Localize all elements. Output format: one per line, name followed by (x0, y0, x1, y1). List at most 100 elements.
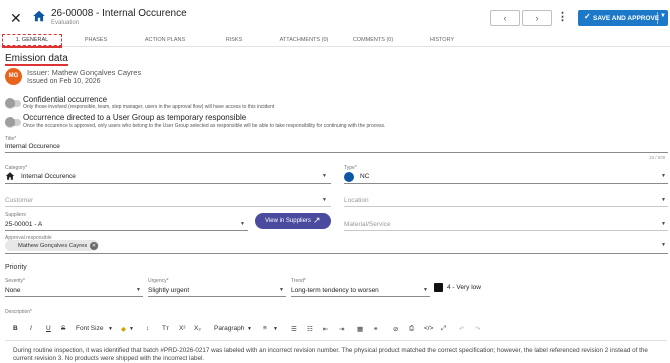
superscript-button[interactable]: X² (179, 325, 186, 332)
close-icon[interactable]: ✕ (10, 11, 22, 25)
urgency-label: Urgency* (148, 278, 169, 284)
save-and-approve-button[interactable]: ✓ SAVE AND APPROVE ▼ (578, 10, 668, 26)
location-underline (344, 206, 668, 207)
description-label: Description* (5, 309, 32, 315)
check-icon: ✓ (584, 12, 591, 21)
next-button[interactable]: › (522, 10, 552, 26)
trend-underline (291, 296, 430, 297)
tab-risks[interactable]: RISKS (208, 34, 260, 46)
code-icon[interactable]: </> (424, 325, 433, 332)
customer-underline (5, 206, 331, 207)
urgency-select[interactable]: Slightly urgent (148, 287, 189, 294)
chevron-left-icon: ‹ (503, 13, 507, 23)
tab-action-plans[interactable]: ACTION PLANS (133, 34, 197, 46)
link-icon[interactable]: ⚭ (373, 325, 378, 333)
priority-title: Priority (5, 264, 27, 271)
strikethrough-button[interactable]: S (61, 325, 65, 332)
trend-select[interactable]: Long-term tendency to worsen (291, 287, 379, 294)
previous-button[interactable]: ‹ (490, 10, 520, 26)
location-select[interactable]: Location (344, 197, 369, 204)
underline-button[interactable]: U (46, 325, 51, 332)
suppliers-dropdown-icon[interactable]: ▼ (240, 221, 245, 227)
bold-button[interactable]: B (13, 325, 18, 332)
home-icon (33, 10, 45, 22)
suppliers-label: Suppliers (5, 212, 26, 218)
urgency-dropdown-icon[interactable]: ▼ (279, 287, 284, 293)
section-title: Emission data (5, 53, 68, 66)
type-select[interactable]: NC (360, 173, 369, 180)
trend-dropdown-icon[interactable]: ▼ (423, 287, 428, 293)
subscript-button[interactable]: X₂ (194, 325, 201, 332)
page-subtitle: Evaluation (51, 20, 80, 26)
type-label: Type* (344, 165, 357, 171)
location-dropdown-icon[interactable]: ▼ (661, 197, 666, 203)
caret-down-icon[interactable]: ▼ (660, 13, 666, 19)
customer-dropdown-icon[interactable]: ▼ (322, 197, 327, 203)
undo-icon[interactable]: ↶ (459, 325, 464, 333)
view-in-suppliers-label: View in Suppliers (265, 218, 311, 224)
view-in-suppliers-button[interactable]: View in Suppliers ↗ (255, 213, 331, 229)
description-text: During routine inspection, it was identi… (13, 347, 648, 362)
material-dropdown-icon[interactable]: ▼ (661, 221, 666, 227)
title-label: Title* (5, 136, 17, 142)
severity-label: Severity* (5, 278, 26, 284)
tab-attachments[interactable]: ATTACHMENTS (0) (270, 34, 338, 46)
trend-label: Trend* (291, 278, 306, 284)
confidential-title: Confidential occurrence (23, 95, 108, 104)
italic-button[interactable]: I (30, 325, 32, 332)
align-dropdown-icon[interactable]: ▼ (273, 326, 278, 332)
suppliers-select[interactable]: 25-00001 - A (5, 221, 42, 228)
approval-dropdown-icon[interactable]: ▼ (661, 242, 666, 248)
paragraph-dropdown-icon[interactable]: ▼ (247, 326, 252, 332)
paragraph-select[interactable]: Paragraph (214, 325, 244, 332)
title-input[interactable]: Internal Occurence (5, 143, 60, 150)
redo-icon[interactable]: ↷ (475, 325, 480, 333)
approval-chip: Mathew Gonçalves Cayres ✕ (5, 240, 99, 251)
category-select[interactable]: Internal Occurence (21, 173, 76, 180)
font-size-select[interactable]: Font Size (76, 325, 103, 332)
user-group-title: Occurrence directed to a User Group as t… (23, 113, 247, 122)
table-icon[interactable]: ▦ (357, 325, 363, 333)
home-icon (5, 172, 15, 180)
print-icon[interactable]: ⎙ (409, 325, 414, 333)
title-counter: 18 / 500 (649, 155, 666, 160)
confidential-toggle[interactable] (5, 98, 21, 108)
category-underline (5, 183, 331, 184)
category-dropdown-icon[interactable]: ▼ (322, 173, 327, 179)
severity-dropdown-icon[interactable]: ▼ (136, 287, 141, 293)
font-size-dropdown-icon[interactable]: ▼ (108, 326, 113, 332)
tab-phases[interactable]: PHASES (68, 34, 124, 46)
tab-history[interactable]: HISTORY (415, 34, 469, 46)
type-dropdown-icon[interactable]: ▼ (661, 173, 666, 179)
text-size-icon[interactable]: Tт (162, 325, 169, 332)
clear-format-icon[interactable]: ⊘ (393, 325, 398, 333)
align-icon[interactable]: ≡ (263, 325, 267, 332)
approval-underline (5, 253, 668, 254)
more-options-icon[interactable]: ⋮ (557, 11, 568, 23)
tab-general[interactable]: 1. GENERAL (2, 34, 62, 48)
user-group-desc: Once the occurence is approved, only use… (23, 123, 386, 129)
outdent-icon[interactable]: ⇤ (323, 325, 328, 333)
issuer-text: Issuer: Mathew Gonçalves Cayres (27, 68, 142, 77)
remove-chip-icon[interactable]: ✕ (90, 241, 98, 250)
save-and-approve-label: SAVE AND APPROVE (593, 14, 660, 22)
customer-select[interactable]: Customer (5, 197, 33, 204)
severity-select[interactable]: None (5, 287, 21, 294)
highlight-color-icon[interactable]: ◆ (121, 325, 126, 333)
tab-comments[interactable]: COMMENTS (0) (343, 34, 403, 46)
type-color-icon (344, 172, 354, 182)
arrow-up-right-icon: ↗ (313, 215, 321, 225)
material-underline (344, 230, 668, 231)
priority-result: 4 - Very low (447, 284, 481, 291)
indent-icon[interactable]: ⇥ (339, 325, 344, 333)
material-select[interactable]: Material/Service (344, 221, 391, 228)
type-underline (344, 183, 668, 184)
ordered-list-icon[interactable]: ☰ (291, 325, 297, 333)
fullscreen-icon[interactable]: ⤢ (441, 325, 446, 333)
description-editor[interactable]: During routine inspection, it was identi… (5, 340, 667, 363)
line-height-icon[interactable]: ↕ (146, 325, 149, 332)
avatar: MG (5, 68, 22, 85)
user-group-toggle[interactable] (5, 117, 21, 127)
highlight-dropdown-icon[interactable]: ▼ (129, 326, 134, 332)
bullet-list-icon[interactable]: ☷ (307, 325, 313, 333)
